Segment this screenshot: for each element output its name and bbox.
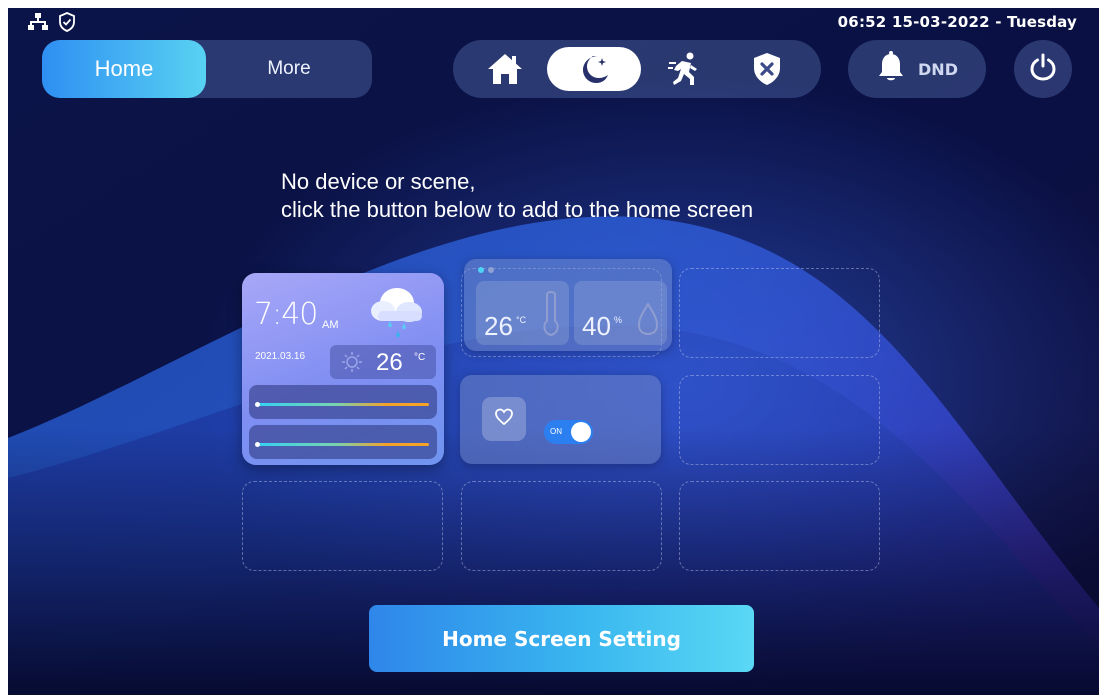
slider-dot <box>255 402 260 407</box>
bell-icon <box>876 50 906 88</box>
slider-dot <box>255 442 260 447</box>
away-mode-icon <box>668 51 702 87</box>
humidity-card: 40 % <box>574 281 667 345</box>
shield-check-icon <box>58 12 76 32</box>
empty-slot <box>679 375 880 465</box>
tab-home[interactable]: Home <box>42 40 206 98</box>
widget-slider-bar <box>249 425 437 459</box>
empty-slot <box>679 481 880 571</box>
tab-bar: Home More <box>42 40 372 98</box>
disarm-icon <box>751 51 783 87</box>
climate-widget-preview: 26 °C 40 % <box>464 259 672 351</box>
widget-temperature: 26 <box>376 349 403 376</box>
empty-slot <box>461 481 662 571</box>
switch-widget-preview: ON <box>460 375 661 464</box>
page-dot <box>488 267 494 273</box>
cloud-rain-icon <box>366 281 426 348</box>
tab-more[interactable]: More <box>206 40 372 98</box>
toggle-knob <box>571 422 591 442</box>
climate-temperature: 26 <box>484 311 513 341</box>
empty-state-line-1: No device or scene, <box>281 169 476 194</box>
slider-line <box>259 403 429 406</box>
home-mode-button[interactable] <box>473 40 537 98</box>
page-dot-active <box>478 267 484 273</box>
weather-widget-preview: 7:40 AM 2021.03.16 26 °C <box>242 273 444 465</box>
arming-mode-bar <box>453 40 821 98</box>
network-icon <box>28 13 48 31</box>
heart-icon <box>494 407 514 432</box>
disarm-button[interactable] <box>735 40 799 98</box>
widget-temperature-box: 26 °C <box>330 345 436 379</box>
night-mode-icon <box>576 51 612 87</box>
climate-humidity: 40 <box>582 311 611 341</box>
climate-temperature-unit: °C <box>516 315 527 325</box>
sun-icon <box>340 351 364 378</box>
widget-slider-bar <box>249 385 437 419</box>
away-mode-button[interactable] <box>653 40 717 98</box>
switch-toggle[interactable]: ON <box>544 420 593 444</box>
home-screen-setting-button[interactable]: Home Screen Setting <box>369 605 754 672</box>
night-mode-button[interactable] <box>547 47 641 91</box>
empty-slot <box>679 268 880 358</box>
home-screen: 06:52 15-03-2022 - Tuesday Home More DND… <box>8 8 1099 695</box>
home-mode-icon <box>485 51 525 87</box>
power-icon <box>1029 53 1057 86</box>
widget-temperature-unit: °C <box>414 352 426 363</box>
dnd-label: DND <box>918 59 958 79</box>
water-drop-icon <box>636 301 660 342</box>
widget-date: 2021.03.16 <box>255 351 306 362</box>
empty-state-message: No device or scene, click the button bel… <box>281 168 753 224</box>
status-icons <box>28 12 76 32</box>
widget-ampm: AM <box>322 319 339 331</box>
switch-icon-box <box>482 397 526 441</box>
power-button[interactable] <box>1014 40 1072 98</box>
widget-time: 7:40 <box>254 297 318 332</box>
home-screen-setting-label: Home Screen Setting <box>442 626 681 651</box>
slider-line <box>259 443 429 446</box>
empty-state-line-2: click the button below to add to the hom… <box>281 197 754 222</box>
toggle-state-label: ON <box>550 427 562 436</box>
dnd-button[interactable]: DND <box>848 40 986 98</box>
temperature-card: 26 °C <box>476 281 569 345</box>
datetime-label: 06:52 15-03-2022 - Tuesday <box>837 13 1077 31</box>
page-indicator <box>478 267 494 273</box>
empty-slot <box>242 481 443 571</box>
climate-humidity-unit: % <box>614 315 623 325</box>
thermometer-icon <box>540 289 562 344</box>
